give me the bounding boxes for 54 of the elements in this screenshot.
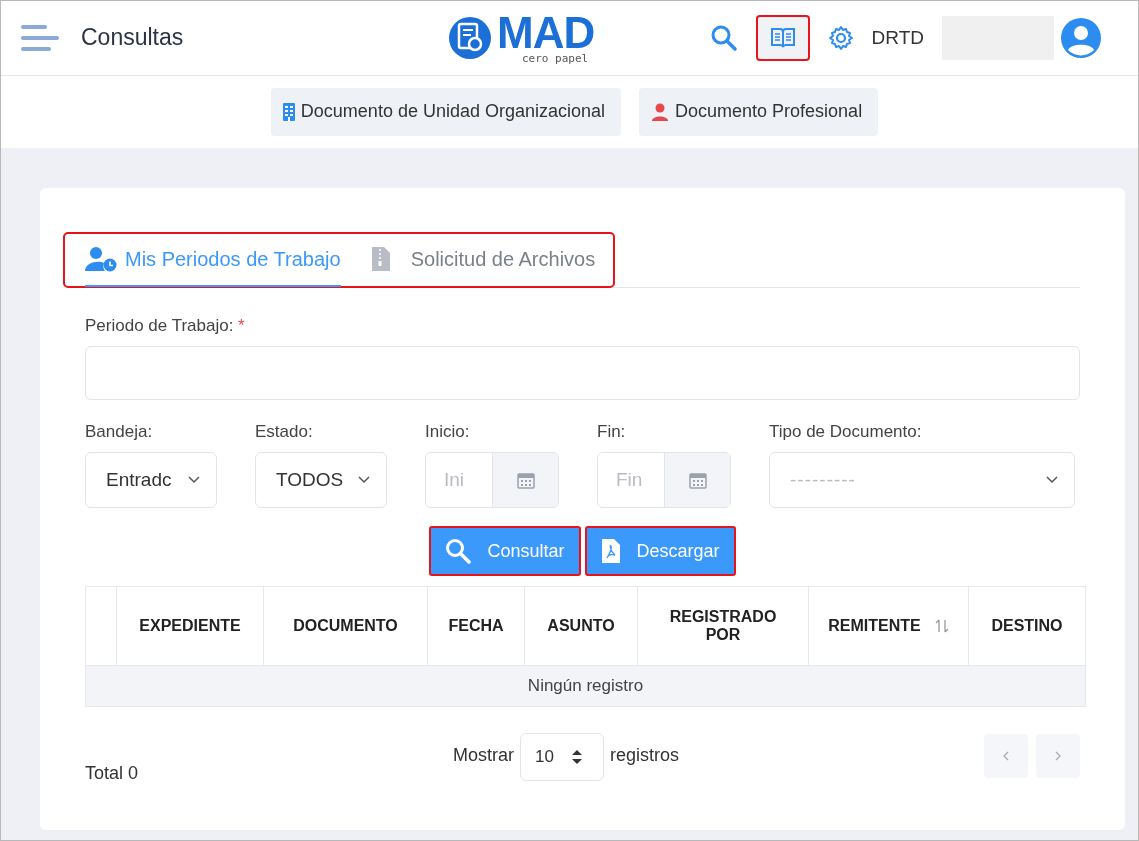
tab[interactable]: Solicitud de Archivos <box>370 242 596 287</box>
records-label: registros <box>610 745 680 766</box>
avatar-icon[interactable] <box>1060 16 1102 59</box>
show-label: Mostrar <box>453 745 514 766</box>
total-count: Total 0 <box>85 763 140 784</box>
calendar-icon <box>516 471 535 489</box>
column-header: REGISTRADO POR <box>637 586 809 666</box>
filter-label: Inicio: <box>425 422 471 442</box>
date-field[interactable]: Fin <box>597 452 731 508</box>
calendar-button[interactable] <box>664 453 730 507</box>
dropdown[interactable]: Entradc <box>85 452 217 508</box>
required-mark: * <box>238 316 245 335</box>
filter-label: Bandeja: <box>85 422 154 442</box>
column-header: ASUNTO <box>524 586 638 666</box>
manual-button[interactable] <box>755 14 810 61</box>
empty-message: Ningún registro <box>85 665 1086 707</box>
calendar-button[interactable] <box>492 453 558 507</box>
search-icon <box>445 538 472 564</box>
user-clock-icon <box>85 246 117 272</box>
person-icon <box>651 102 670 121</box>
building-icon <box>282 102 295 121</box>
date-field[interactable]: Ini <box>425 452 559 508</box>
column-header: DESTINO <box>968 586 1086 666</box>
user-name: DRTD <box>871 26 924 49</box>
filter-label: Fin: <box>597 422 627 442</box>
logo-tagline: cero papel <box>521 53 589 65</box>
document-type-button[interactable]: Documento de Unidad Organizacional <box>270 87 622 136</box>
filter-label: Estado: <box>255 422 314 442</box>
book-icon <box>769 25 796 50</box>
search-icon[interactable] <box>709 23 738 52</box>
dropdown[interactable]: TODOS <box>255 452 387 508</box>
chevron-left-icon <box>1002 750 1010 761</box>
zip-file-icon <box>370 246 391 272</box>
calendar-icon <box>688 471 707 489</box>
column-header: FECHA <box>427 586 525 666</box>
filter-label: Tipo de Documento: <box>769 422 923 442</box>
document-type-button[interactable]: Documento Profesional <box>639 87 879 136</box>
chevron-down-icon <box>188 476 200 484</box>
pdf-file-icon <box>600 538 621 564</box>
sort-icon[interactable] <box>934 618 949 634</box>
up-down-arrows-icon <box>571 748 583 765</box>
chevron-down-icon <box>1046 476 1058 484</box>
page-title: Consultas <box>81 24 184 52</box>
certificate-document-icon <box>447 14 493 61</box>
chevron-right-icon <box>1054 750 1062 761</box>
chevron-down-icon <box>358 476 370 484</box>
column-header: DOCUMENTO <box>263 586 428 666</box>
settings-icon[interactable] <box>827 24 854 51</box>
field-label: Periodo de Trabajo: * <box>85 316 246 336</box>
column-header: EXPEDIENTE <box>116 586 264 666</box>
page-size-select[interactable]: 10 <box>520 732 604 781</box>
menu-icon[interactable] <box>21 22 59 53</box>
column-header: REMITENTE <box>808 586 969 666</box>
period-select[interactable] <box>85 346 1080 400</box>
